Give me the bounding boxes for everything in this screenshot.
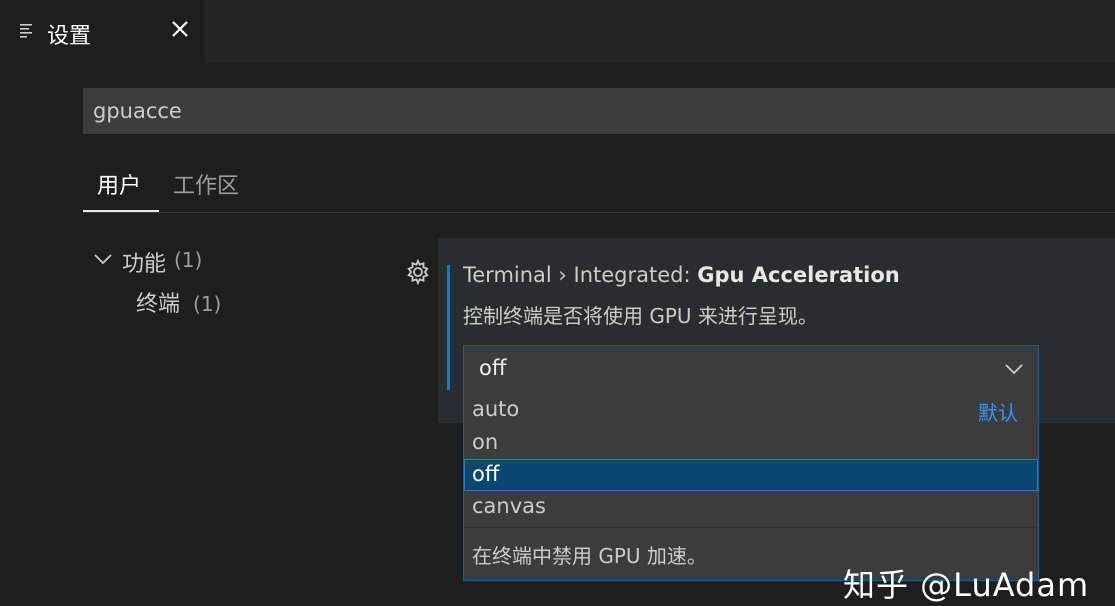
select-dropdown-list: auto 默认 on off canvas 在终端中禁用 GPU 加速。 [463, 390, 1039, 581]
toc-item-terminal[interactable]: 终端 (1) [136, 286, 221, 318]
option-auto[interactable]: auto 默认 [464, 394, 1038, 426]
default-badge: 默认 [978, 401, 1018, 425]
setting-breadcrumb: Terminal › Integrated: [463, 263, 698, 287]
select-value: off [479, 356, 507, 380]
settings-list-icon [20, 24, 32, 38]
toc-group-count: (1) [174, 248, 203, 272]
option-canvas[interactable]: canvas [464, 491, 1038, 523]
tab-title: 设置 [47, 24, 92, 49]
option-off[interactable]: off [464, 459, 1038, 491]
setting-title: Terminal › Integrated: Gpu Acceleration [463, 263, 900, 287]
gear-icon[interactable] [404, 258, 432, 286]
option-on[interactable]: on [464, 427, 1038, 459]
watermark: 知乎 @LuAdam [843, 566, 1090, 604]
chevron-down-icon [94, 254, 112, 265]
toc-group-label: 功能 [122, 252, 167, 277]
tab-workspace[interactable]: 工作区 [173, 168, 239, 200]
option-description: 在终端中禁用 GPU 加速。 [472, 544, 707, 568]
option-label: auto [472, 397, 520, 421]
option-label: off [472, 462, 500, 486]
toc-child-count: (1) [193, 292, 222, 316]
toc-child-label: 终端 [136, 292, 181, 317]
active-tab-indicator [83, 210, 159, 212]
setting-focus-indicator [447, 265, 450, 390]
settings-tab[interactable]: 设置 [0, 0, 205, 63]
chevron-down-icon [1005, 364, 1023, 375]
option-label: canvas [472, 494, 546, 518]
dropdown-divider [464, 527, 1038, 528]
setting-description: 控制终端是否将使用 GPU 来进行呈现。 [463, 304, 818, 328]
close-icon[interactable] [167, 16, 193, 42]
gpu-acceleration-select[interactable]: off [463, 345, 1039, 391]
settings-search-input[interactable] [83, 88, 1115, 134]
option-label: on [472, 430, 499, 454]
editor-tab-bar: 设置 [0, 0, 1115, 63]
scope-tabs: 用户 工作区 [83, 160, 1115, 213]
setting-name: Gpu Acceleration [697, 263, 900, 287]
tab-user[interactable]: 用户 [97, 168, 141, 200]
